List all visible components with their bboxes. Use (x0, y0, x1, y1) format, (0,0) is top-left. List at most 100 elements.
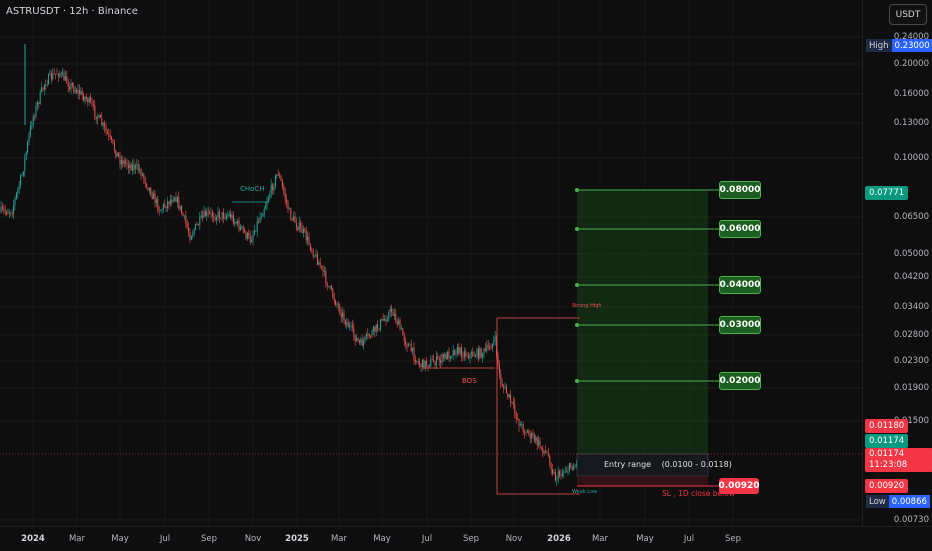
chart-area[interactable]: ASTRUSDT · 12h · Binance CHoCH BOS Stron… (0, 0, 862, 526)
candle-body (326, 283, 328, 287)
candle-body (31, 124, 33, 127)
candle-body (522, 424, 524, 432)
candle-body (99, 114, 101, 118)
price-tick: 0.04200 (893, 272, 929, 282)
candle-body (354, 335, 356, 342)
candle-body (109, 134, 111, 137)
candle-body (32, 116, 34, 125)
candle-body (136, 164, 138, 166)
time-label: 2024 (21, 534, 45, 544)
candle-body (419, 361, 421, 366)
candle-body (143, 174, 145, 179)
candle-body (375, 324, 377, 332)
candle-body (514, 404, 516, 413)
candle-body (517, 419, 519, 420)
candle-body (314, 255, 316, 257)
candle-body (256, 221, 258, 232)
target-0[interactable]: 0.08000 (719, 181, 761, 199)
candle-body (378, 328, 380, 330)
candle-body (41, 87, 43, 92)
currency-button[interactable]: USDT (889, 4, 927, 25)
candle-body (561, 473, 563, 477)
candle-body (553, 472, 555, 474)
candle-body (372, 326, 374, 332)
candle-body (447, 351, 449, 360)
candle-body (365, 334, 367, 337)
candle-body (284, 192, 286, 200)
candle-body (482, 353, 484, 358)
candle-body (122, 160, 124, 165)
candle-body (519, 424, 521, 427)
candle-body (36, 102, 38, 106)
target-1[interactable]: 0.06000 (719, 220, 761, 238)
candle-body (230, 213, 232, 218)
target-2[interactable]: 0.04000 (719, 276, 761, 294)
candle-body (134, 164, 136, 170)
candle-body (503, 386, 505, 388)
candle-body (126, 162, 128, 166)
candle-body (287, 202, 289, 210)
candle-body (532, 432, 534, 436)
symbol-title[interactable]: ASTRUSDT · 12h · Binance (6, 6, 138, 17)
strong-high-label: Strong High (572, 303, 602, 309)
candle-body (137, 164, 139, 171)
candle-body (490, 348, 492, 350)
candle-body (501, 383, 503, 387)
target-4[interactable]: 0.02000 (719, 372, 761, 390)
price-chart[interactable] (0, 0, 862, 526)
take-profit-zone (577, 190, 708, 454)
candle-body (500, 373, 502, 384)
candle-body (273, 186, 275, 191)
candle-body (18, 185, 20, 189)
candle-body (573, 466, 575, 471)
candle-body (252, 234, 254, 240)
candle-body (367, 334, 369, 335)
candle-body (106, 131, 108, 134)
candle-body (291, 219, 293, 221)
candle-body (108, 133, 110, 135)
candle-body (420, 365, 422, 368)
candle-body (277, 174, 279, 176)
candle-body (468, 356, 470, 359)
candle-body (87, 98, 89, 103)
candle-body (97, 117, 99, 120)
candle-body (417, 360, 419, 362)
candle-body (547, 452, 549, 456)
candle-body (399, 320, 401, 329)
candle-body (435, 356, 437, 366)
candle-body (13, 205, 15, 214)
candle-body (339, 305, 341, 314)
candle-body (39, 91, 41, 104)
candle-body (347, 322, 349, 328)
candle-body (550, 465, 552, 470)
candle-body (28, 134, 30, 143)
candle-body (311, 249, 313, 251)
candle-body (267, 198, 269, 202)
time-axis[interactable]: 2024 Mar May Jul Sep Nov 2025 Mar May Ju… (0, 526, 932, 551)
candle-body (330, 285, 332, 289)
candle-body (400, 328, 402, 330)
candle-body (449, 356, 451, 359)
candle-body (570, 462, 572, 469)
candle-body (132, 164, 134, 171)
candle-body (265, 205, 267, 210)
time-label: Jul (683, 534, 695, 544)
candle-body (34, 116, 36, 118)
candle-body (246, 232, 248, 239)
candle-body (224, 218, 226, 219)
sl-value-box[interactable]: 0.00920 (719, 478, 760, 494)
candle-body (46, 84, 48, 86)
candle-body (412, 347, 414, 352)
target-3[interactable]: 0.03000 (719, 316, 761, 334)
candle-body (379, 320, 381, 330)
candle-body (231, 215, 233, 218)
candle-body (346, 322, 348, 325)
candle-body (403, 335, 405, 341)
candle-body (204, 211, 206, 217)
candle-body (59, 74, 61, 77)
entry-range-title: Entry range (604, 460, 652, 469)
candle-body (300, 222, 302, 227)
candle-body (154, 193, 156, 204)
time-label: Sep (200, 534, 218, 544)
candle-body (304, 229, 306, 231)
